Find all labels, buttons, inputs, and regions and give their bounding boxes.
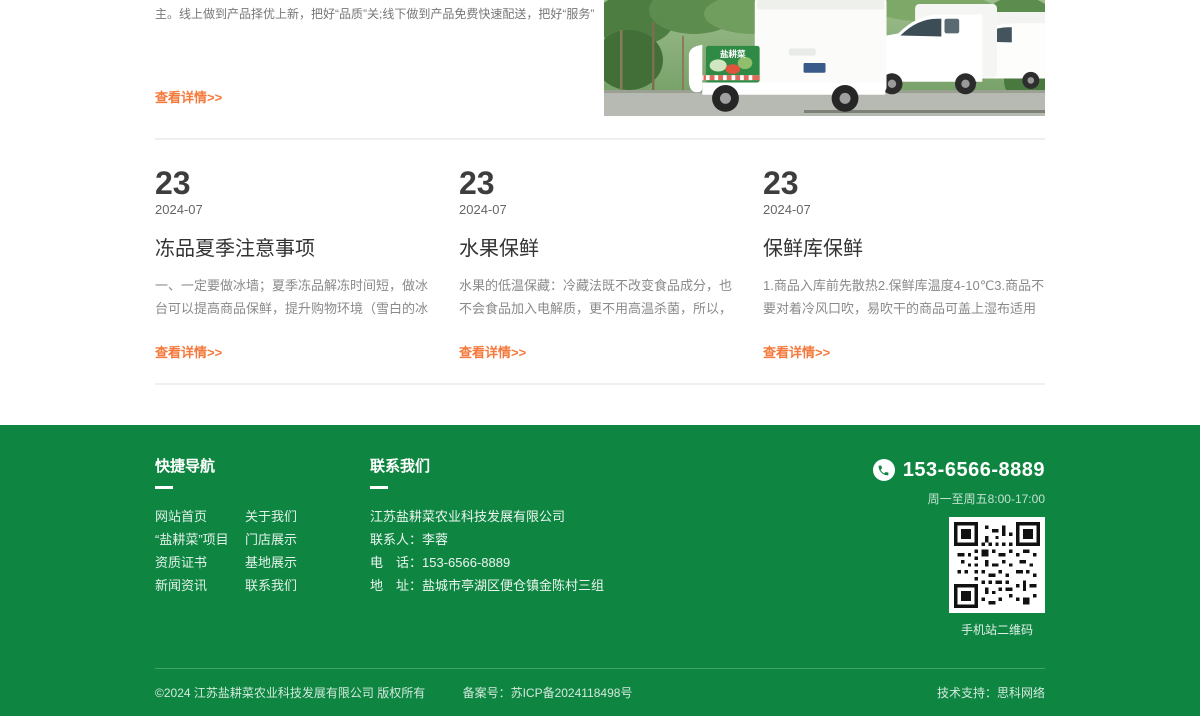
news-list: 23 2024-07 冻品夏季注意事项 一、一定要做冰墙；夏季冻品解冻时间短，做… xyxy=(155,167,1045,362)
hotline-row: 153-6566-8889 xyxy=(830,458,1045,482)
intro-column: 主。线上做到产品择优上新，把好“品质”关;线下做到产品免费快速配送，把好“服务”… xyxy=(155,0,600,116)
quick-nav-heading: 快捷导航 xyxy=(155,458,370,476)
news-detail-link[interactable]: 查看详情>> xyxy=(155,342,222,361)
qr-caption: 手机站二维码 xyxy=(949,621,1045,638)
intro-section: 主。线上做到产品择优上新，把好“品质”关;线下做到产品免费快速配送，把好“服务”… xyxy=(155,0,1045,116)
quick-nav-col-1: 网站首页 “盐耕菜”项目 资质证书 新闻资讯 xyxy=(155,505,245,597)
intro-text: 主。线上做到产品择优上新，把好“品质”关;线下做到产品免费快速配送，把好“服务” xyxy=(155,4,600,25)
news-day: 23 xyxy=(763,167,1045,199)
footer-bottom-bar: ©2024 江苏盐耕菜农业科技发展有限公司 版权所有 备案号：苏ICP备2024… xyxy=(155,669,1045,716)
news-excerpt: 一、一定要做冰墙；夏季冻品解冻时间短，做冰台可以提高商品保鲜，提升购物环境（雪白… xyxy=(155,274,437,320)
van-brand-label: 盐耕菜 xyxy=(720,48,746,59)
phone-icon xyxy=(873,459,895,481)
news-excerpt: 1.商品入库前先散热2.保鲜库温度4-10℃3.商品不要对着冷风口吹，易吹干的商… xyxy=(763,274,1045,320)
news-title[interactable]: 保鲜库保鲜 xyxy=(763,237,1045,261)
quick-nav-col-2: 关于我们 门店展示 基地展示 联系我们 xyxy=(245,505,335,597)
news-detail-link[interactable]: 查看详情>> xyxy=(763,342,830,361)
contact-phone: 电 话：153-6566-8889 xyxy=(370,551,830,574)
nav-link-about[interactable]: 关于我们 xyxy=(245,505,335,528)
news-card[interactable]: 23 2024-07 水果保鲜 水果的低温保藏：冷藏法既不改变食品成分，也不会食… xyxy=(459,167,741,362)
footer-contact: 联系我们 江苏盐耕菜农业科技发展有限公司 联系人：李蓉 电 话：153-6566… xyxy=(370,458,830,638)
mobile-site-qr-code xyxy=(949,517,1045,613)
nav-link-home[interactable]: 网站首页 xyxy=(155,505,245,528)
nav-link-stores[interactable]: 门店展示 xyxy=(245,528,335,551)
delivery-vans-illustration: 盐耕菜 xyxy=(604,0,1045,116)
footer-content: 快捷导航 网站首页 “盐耕菜”项目 资质证书 新闻资讯 关于我们 门店展示 基地… xyxy=(155,425,1045,638)
nav-link-certificates[interactable]: 资质证书 xyxy=(155,551,245,574)
delivery-vans-photo: 盐耕菜 xyxy=(604,0,1045,116)
news-date: 2024-07 xyxy=(763,203,1045,217)
intro-detail-link[interactable]: 查看详情>> xyxy=(155,87,222,106)
news-title[interactable]: 冻品夏季注意事项 xyxy=(155,237,437,261)
news-title[interactable]: 水果保鲜 xyxy=(459,237,741,261)
news-date: 2024-07 xyxy=(155,203,437,217)
news-date: 2024-07 xyxy=(459,203,741,217)
news-day: 23 xyxy=(155,167,437,199)
news-card[interactable]: 23 2024-07 冻品夏季注意事项 一、一定要做冰墙；夏季冻品解冻时间短，做… xyxy=(155,167,437,362)
footer-quick-nav: 快捷导航 网站首页 “盐耕菜”项目 资质证书 新闻资讯 关于我们 门店展示 基地… xyxy=(155,458,370,638)
contact-company: 江苏盐耕菜农业科技发展有限公司 xyxy=(370,505,830,528)
page: 主。线上做到产品择优上新，把好“品质”关;线下做到产品免费快速配送，把好“服务”… xyxy=(0,0,1200,698)
copyright-block: ©2024 江苏盐耕菜农业科技发展有限公司 版权所有 备案号：苏ICP备2024… xyxy=(155,684,666,701)
footer: 快捷导航 网站首页 “盐耕菜”项目 资质证书 新闻资讯 关于我们 门店展示 基地… xyxy=(0,425,1200,716)
news-card[interactable]: 23 2024-07 保鲜库保鲜 1.商品入库前先散热2.保鲜库温度4-10℃3… xyxy=(763,167,1045,362)
nav-link-contact[interactable]: 联系我们 xyxy=(245,574,335,597)
business-hours: 周一至周五8:00-17:00 xyxy=(830,490,1045,507)
news-day: 23 xyxy=(459,167,741,199)
nav-link-news[interactable]: 新闻资讯 xyxy=(155,574,245,597)
quick-nav-columns: 网站首页 “盐耕菜”项目 资质证书 新闻资讯 关于我们 门店展示 基地展示 联系… xyxy=(155,505,370,597)
heading-dash xyxy=(155,486,173,489)
nav-link-project[interactable]: “盐耕菜”项目 xyxy=(155,528,245,551)
section-divider-bottom xyxy=(155,383,1045,385)
nav-link-bases[interactable]: 基地展示 xyxy=(245,551,335,574)
contact-address: 地 址：盐城市亭湖区便仓镇金陈村三组 xyxy=(370,574,830,597)
section-divider-top xyxy=(155,138,1045,140)
tech-support[interactable]: 技术支持：思科网络 xyxy=(937,684,1045,701)
contact-person: 联系人：李蓉 xyxy=(370,528,830,551)
contact-heading: 联系我们 xyxy=(370,458,830,476)
footer-hotline-block: 153-6566-8889 周一至周五8:00-17:00 手机站二维码 xyxy=(830,458,1045,638)
hotline-number: 153-6566-8889 xyxy=(903,458,1045,482)
news-excerpt: 水果的低温保藏：冷藏法既不改变食品成分，也不会食品加入电解质，更不用高温杀菌，所… xyxy=(459,274,741,320)
news-detail-link[interactable]: 查看详情>> xyxy=(459,342,526,361)
heading-dash xyxy=(370,486,388,489)
